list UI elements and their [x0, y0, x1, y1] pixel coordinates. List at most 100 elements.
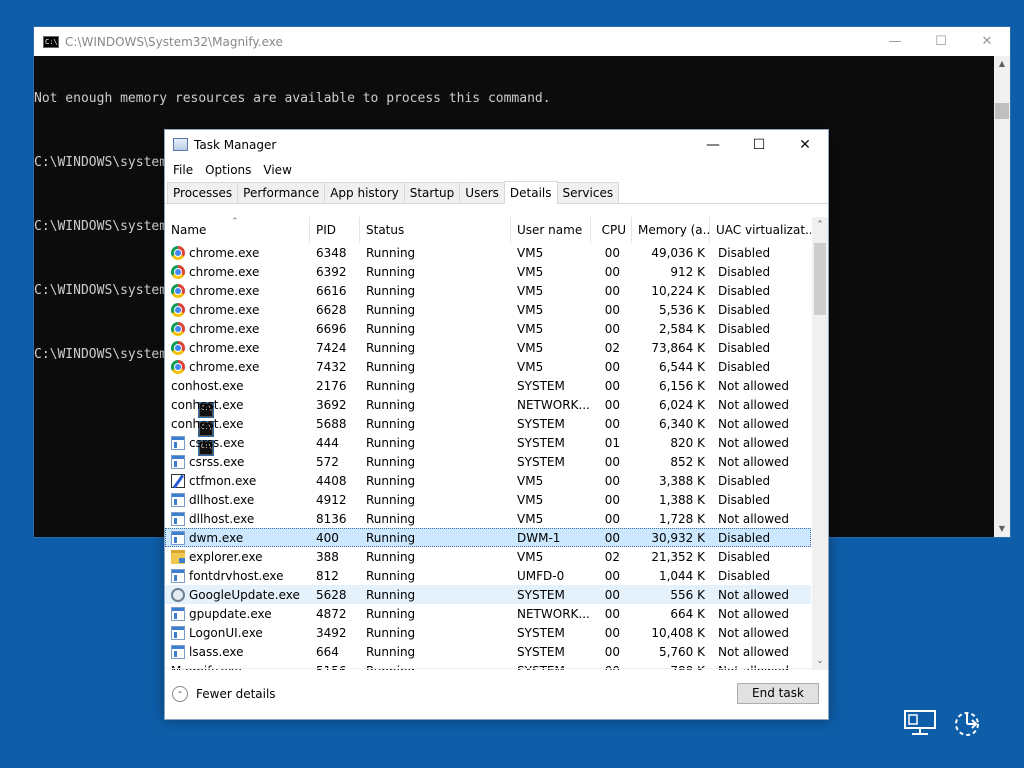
table-row[interactable]: dwm.exe 400 Running DWM-1 00 30,932 K Disabled	[165, 528, 811, 547]
close-button[interactable]: ✕	[782, 130, 828, 159]
table-row[interactable]: conhost.exe 5688 Running SYSTEM 00 6,340 K Not…	[165, 414, 811, 455]
process-name: conhost.exe	[171, 378, 244, 393]
table-row[interactable]: chrome.exe 6616 Running VM5 00 10,224 K Disabl…	[165, 281, 811, 300]
table-row[interactable]: chrome.exe 7432 Running VM5 00 6,544 K Disable…	[165, 357, 811, 376]
table-row[interactable]: conhost.exe 2176 Running SYSTEM 00 6,156 K Not…	[165, 376, 811, 417]
cell-pid: 6628	[316, 302, 347, 317]
network-icon[interactable]	[904, 710, 936, 736]
table-row[interactable]: chrome.exe 6696 Running VM5 00 2,584 K Disable…	[165, 319, 811, 338]
cell-cpu: 00	[604, 644, 620, 659]
column-header-memory[interactable]: Memory (a...	[632, 217, 710, 243]
menu-view[interactable]: View	[257, 163, 297, 177]
tab-details[interactable]: Details	[503, 181, 558, 204]
table-row[interactable]: ctfmon.exe 4408 Running VM5 00 3,388 K Disable…	[165, 471, 811, 490]
table-row[interactable]: csrss.exe 444 Running SYSTEM 01 820 K Not allo…	[165, 433, 811, 452]
cell-memory: 6,156 K	[658, 378, 705, 393]
table-row[interactable]: chrome.exe 6628 Running VM5 00 5,536 K Disable…	[165, 300, 811, 319]
scroll-up-arrow-icon[interactable]: ▲	[994, 56, 1010, 72]
ease-of-access-icon[interactable]	[952, 708, 984, 738]
table-row[interactable]: chrome.exe 7424 Running VM5 02 73,864 K Disabl…	[165, 338, 811, 357]
console-scrollbar[interactable]: ▲ ▼	[994, 56, 1010, 537]
cell-cpu: 00	[604, 245, 620, 260]
column-header-cpu[interactable]: CPU	[591, 217, 632, 243]
process-name: dllhost.exe	[189, 511, 255, 526]
cell-name: LogonUI.exe	[165, 625, 310, 640]
scroll-up-arrow-icon[interactable]: ⌃	[812, 217, 828, 234]
table-row[interactable]: csrss.exe 572 Running SYSTEM 00 852 K Not allo…	[165, 452, 811, 471]
details-table[interactable]: ⌃ Name PID Status User name CPU Memory (…	[165, 217, 828, 670]
cell-pid: 6392	[316, 264, 347, 279]
cell-user-name: NETWORK...	[517, 606, 590, 621]
table-row[interactable]: GoogleUpdate.exe 5628 Running SYSTEM 00 556 K…	[165, 585, 811, 604]
cell-status: Running	[366, 245, 416, 260]
task-manager-titlebar[interactable]: Task Manager — ☐ ✕	[165, 130, 828, 159]
cell-user-name: SYSTEM	[517, 625, 565, 640]
cell-pid: 812	[316, 568, 339, 583]
cell-name: fontdrvhost.exe	[165, 568, 310, 583]
cell-pid: 3692	[316, 397, 347, 412]
column-header-name[interactable]: ⌃ Name	[165, 217, 310, 243]
tab-app-history[interactable]: App history	[324, 182, 405, 203]
minimize-button[interactable]: —	[690, 130, 736, 159]
scroll-thumb[interactable]	[814, 243, 826, 315]
tab-services[interactable]: Services	[556, 182, 620, 203]
table-scrollbar[interactable]: ⌃ ⌄	[812, 217, 828, 670]
cell-user-name: VM5	[517, 340, 544, 355]
end-task-button[interactable]: End task	[737, 683, 819, 704]
cell-cpu: 00	[604, 264, 620, 279]
menu-file[interactable]: File	[167, 163, 199, 177]
tab-startup[interactable]: Startup	[403, 182, 461, 203]
table-row[interactable]: lsass.exe 664 Running SYSTEM 00 5,760 K Not al…	[165, 642, 811, 661]
table-row[interactable]: conhost.exe 3692 Running NETWORK... 00 6,024 …	[165, 395, 811, 436]
menu-options[interactable]: Options	[199, 163, 257, 177]
console-titlebar[interactable]: C:\ C:\WINDOWS\System32\Magnify.exe — ☐ …	[34, 27, 1010, 56]
generic-app-icon	[171, 435, 185, 450]
fewer-details-link[interactable]: ⌃ Fewer details	[172, 686, 276, 702]
process-name: dllhost.exe	[189, 492, 255, 507]
column-header-uac[interactable]: UAC virtualizat...	[710, 217, 811, 243]
tab-processes[interactable]: Processes	[167, 182, 239, 203]
maximize-button[interactable]: ☐	[918, 27, 964, 56]
cell-pid: 572	[316, 454, 339, 469]
cell-memory: 49,036 K	[651, 245, 705, 260]
close-button[interactable]: ✕	[964, 27, 1010, 56]
cell-cpu: 02	[604, 549, 620, 564]
table-row[interactable]: explorer.exe 388 Running VM5 02 21,352 K Disab…	[165, 547, 811, 566]
tab-users[interactable]: Users	[459, 182, 505, 203]
scroll-down-arrow-icon[interactable]: ▼	[994, 521, 1010, 537]
scroll-thumb[interactable]	[995, 103, 1009, 119]
cell-user-name: VM5	[517, 492, 544, 507]
table-row[interactable]: dllhost.exe 4912 Running VM5 00 1,388 K Disabl…	[165, 490, 811, 509]
cell-pid: 400	[316, 530, 339, 545]
column-header-pid[interactable]: PID	[310, 217, 360, 243]
task-manager-window[interactable]: Task Manager — ☐ ✕ File Options View Pro…	[164, 129, 829, 720]
cell-pid: 6696	[316, 321, 347, 336]
cell-name: dllhost.exe	[165, 492, 310, 507]
cell-uac: Disabled	[718, 283, 771, 298]
cell-cpu: 00	[604, 321, 620, 336]
column-header-user-name[interactable]: User name	[511, 217, 591, 243]
cell-status: Running	[366, 283, 416, 298]
cell-pid: 6348	[316, 245, 347, 260]
cell-uac: Not allowed	[718, 454, 790, 469]
table-row[interactable]: chrome.exe 6348 Running VM5 00 49,036 K Disabl…	[165, 243, 811, 262]
maximize-button[interactable]: ☐	[736, 130, 782, 159]
table-header: ⌃ Name PID Status User name CPU Memory (…	[165, 217, 811, 243]
process-name: ctfmon.exe	[189, 473, 257, 488]
table-row[interactable]: chrome.exe 6392 Running VM5 00 912 K Disabled	[165, 262, 811, 281]
cell-uac: Disabled	[718, 530, 771, 545]
table-row[interactable]: gpupdate.exe 4872 Running NETWORK... 00 664 K…	[165, 604, 811, 623]
tab-performance[interactable]: Performance	[237, 182, 326, 203]
table-row[interactable]: dllhost.exe 8136 Running VM5 00 1,728 K Not al…	[165, 509, 811, 528]
cell-name: ctfmon.exe	[165, 473, 310, 488]
cell-name: dllhost.exe	[165, 511, 310, 526]
cell-user-name: VM5	[517, 359, 544, 374]
table-row[interactable]: LogonUI.exe 3492 Running SYSTEM 00 10,408 K No…	[165, 623, 811, 642]
column-header-status[interactable]: Status	[360, 217, 511, 243]
table-row[interactable]: fontdrvhost.exe 812 Running UMFD-0 00 1,044 K…	[165, 566, 811, 585]
cell-status: Running	[366, 302, 416, 317]
minimize-button[interactable]: —	[872, 27, 918, 56]
cell-memory: 30,932 K	[651, 530, 705, 545]
cell-memory: 21,352 K	[651, 549, 705, 564]
chrome-icon	[171, 340, 185, 355]
